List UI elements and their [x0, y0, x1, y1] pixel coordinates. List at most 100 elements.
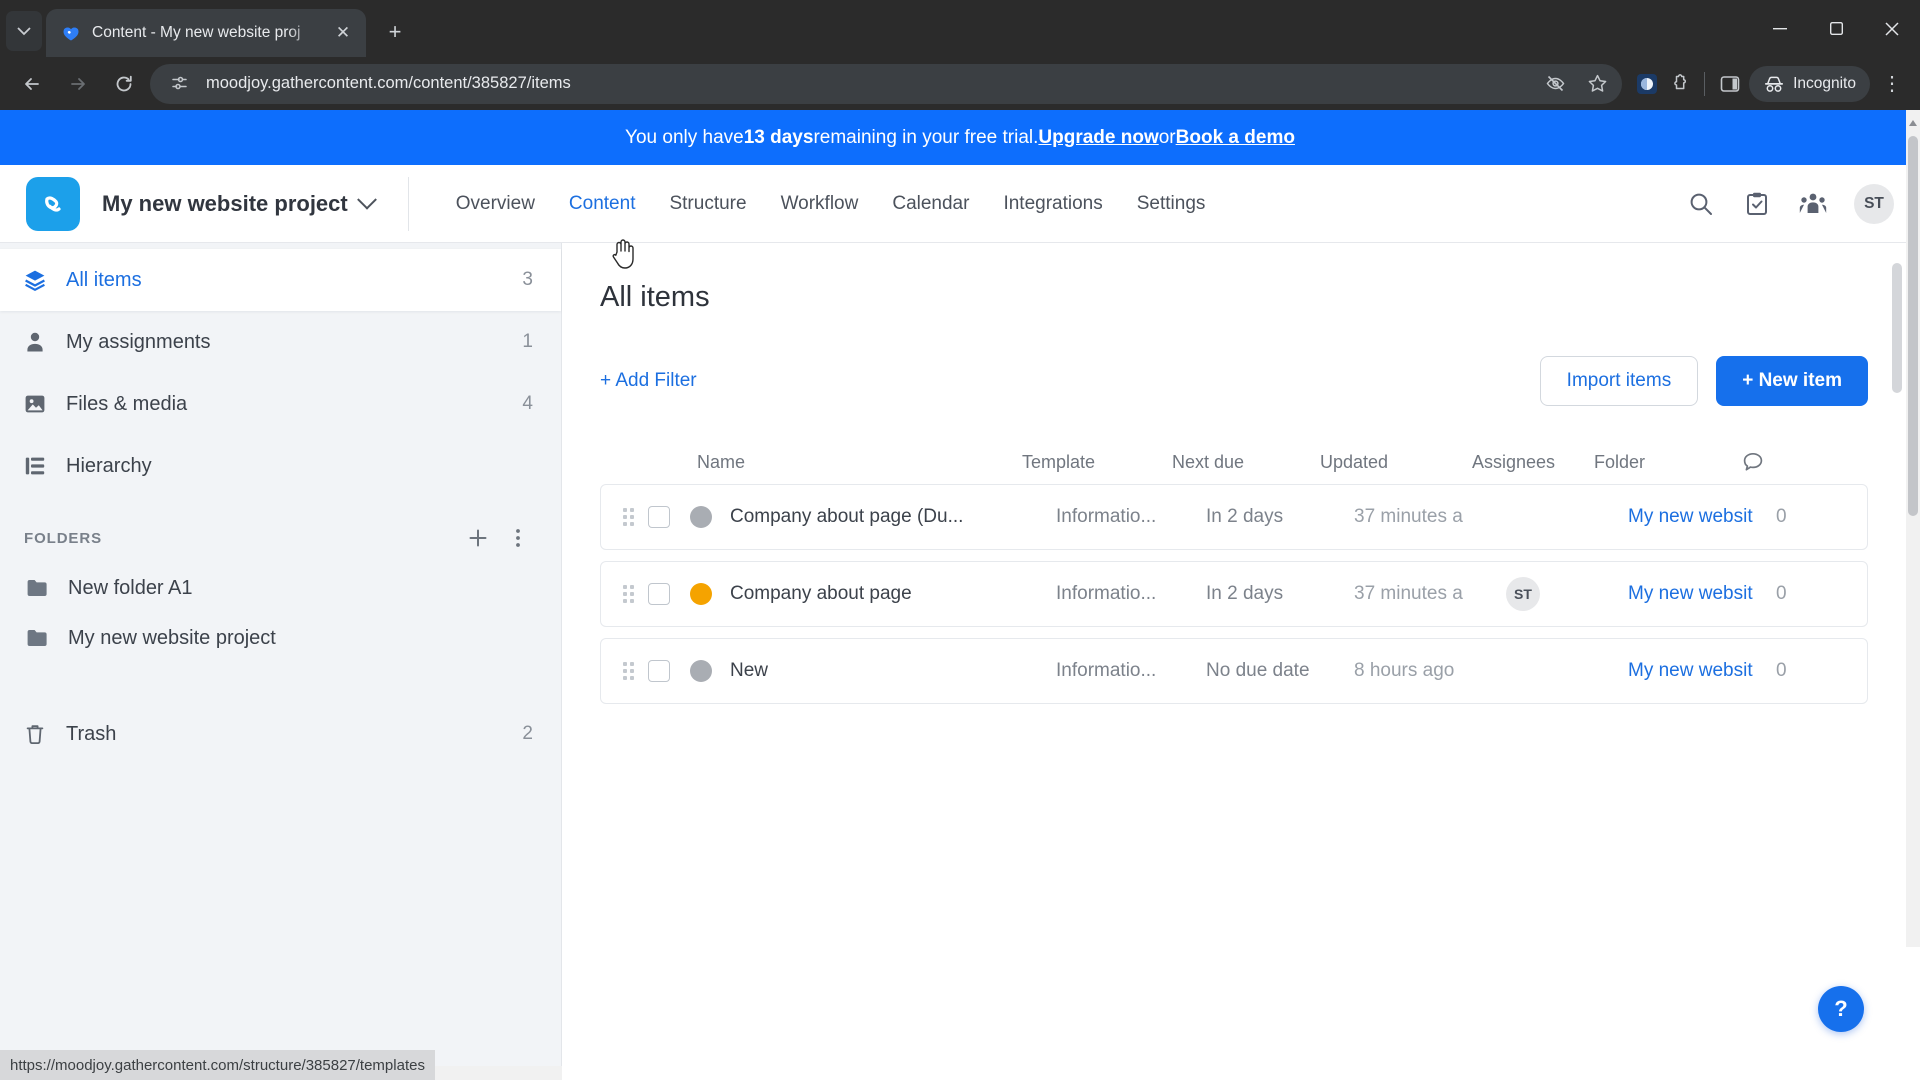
table-row[interactable]: New Informatio... No due date 8 hours ag…: [600, 638, 1868, 704]
scrollbar-thumb[interactable]: [1908, 136, 1918, 516]
import-items-button[interactable]: Import items: [1539, 356, 1699, 406]
add-filter-button[interactable]: + Add Filter: [600, 370, 697, 392]
tab-search-button[interactable]: [6, 11, 42, 51]
sidebar-label: Hierarchy: [66, 454, 152, 477]
incognito-hat-icon: [1765, 76, 1784, 92]
item-assignees[interactable]: ST: [1506, 577, 1628, 611]
folder-icon: [24, 575, 50, 601]
browser-window: Content - My new website proj ✕ + moodjo…: [0, 0, 1920, 1080]
url-text: moodjoy.gathercontent.com/content/385827…: [206, 74, 571, 92]
help-button[interactable]: ?: [1818, 986, 1864, 1032]
item-folder[interactable]: My new websit: [1628, 583, 1776, 605]
row-checkbox[interactable]: [648, 660, 670, 682]
item-updated: 37 minutes a: [1354, 583, 1463, 604]
folder-item-my-new-website-project[interactable]: My new website project: [0, 613, 561, 663]
browser-tab[interactable]: Content - My new website proj ✕: [46, 9, 366, 57]
sidebar-item-hierarchy[interactable]: Hierarchy: [0, 435, 561, 497]
folder-label: New folder A1: [68, 576, 193, 599]
drag-handle-icon[interactable]: [623, 662, 634, 680]
sidebar-item-my-assignments[interactable]: My assignments 1: [0, 311, 561, 373]
nav-item-structure[interactable]: Structure: [652, 193, 763, 215]
close-icon[interactable]: [1864, 0, 1920, 57]
item-folder[interactable]: My new websit: [1628, 506, 1776, 528]
page-scrollbar[interactable]: [1906, 110, 1920, 947]
close-icon[interactable]: ✕: [330, 20, 356, 46]
drag-handle-icon[interactable]: [623, 508, 634, 526]
side-panel-icon[interactable]: [1717, 71, 1743, 97]
user-avatar[interactable]: ST: [1854, 183, 1894, 224]
item-name[interactable]: New: [730, 660, 1056, 682]
column-header-name[interactable]: Name: [622, 452, 1022, 473]
item-name[interactable]: Company about page: [730, 583, 1056, 605]
plus-icon: [469, 529, 487, 547]
layers-icon: [22, 267, 48, 293]
people-group-icon[interactable]: [1798, 189, 1828, 219]
minimize-icon[interactable]: [1752, 0, 1808, 57]
app-header: My new website project Overview Content …: [0, 165, 1920, 243]
browser-menu-button[interactable]: ⋮: [1876, 66, 1908, 102]
column-header-template[interactable]: Template: [1022, 452, 1172, 473]
nav-item-calendar[interactable]: Calendar: [875, 193, 986, 215]
divider: [1704, 71, 1706, 96]
trash-icon: [22, 721, 48, 747]
folders-title: FOLDERS: [24, 529, 102, 547]
table-row[interactable]: Company about page (Du... Informatio... …: [600, 484, 1868, 550]
search-icon[interactable]: [1686, 189, 1716, 219]
body-split: All items 3 My assignments 1 Files & med…: [0, 110, 1920, 1080]
back-button[interactable]: [12, 64, 52, 104]
status-indicator[interactable]: [690, 660, 712, 682]
column-header-assignees[interactable]: Assignees: [1472, 452, 1594, 473]
item-template: Informatio...: [1056, 583, 1157, 604]
page-settings-icon[interactable]: [166, 71, 192, 97]
book-a-demo-link[interactable]: Book a demo: [1176, 127, 1295, 149]
maximize-icon[interactable]: [1808, 0, 1864, 57]
project-switcher[interactable]: My new website project: [102, 189, 377, 217]
sidebar-item-trash[interactable]: Trash 2: [0, 703, 561, 765]
incognito-indicator[interactable]: Incognito: [1749, 65, 1870, 102]
nav-item-settings[interactable]: Settings: [1120, 193, 1223, 215]
row-checkbox[interactable]: [648, 583, 670, 605]
column-header-next-due[interactable]: Next due: [1172, 452, 1320, 473]
hierarchy-icon: [22, 453, 48, 479]
item-folder[interactable]: My new websit: [1628, 660, 1776, 682]
forward-button[interactable]: [58, 64, 98, 104]
browser-extension-icon[interactable]: [1634, 71, 1660, 97]
gathercontent-logo[interactable]: [26, 176, 80, 231]
column-header-folder[interactable]: Folder: [1594, 452, 1742, 473]
sidebar-label: My assignments: [66, 330, 211, 353]
reload-button[interactable]: [104, 64, 144, 104]
add-folder-button[interactable]: [463, 523, 493, 553]
upgrade-now-link[interactable]: Upgrade now: [1038, 127, 1158, 149]
table-row[interactable]: Company about page Informatio... In 2 da…: [600, 561, 1868, 627]
eye-slash-icon[interactable]: [1542, 71, 1568, 97]
sidebar-count: 1: [522, 331, 533, 352]
sidebar-item-files-media[interactable]: Files & media 4: [0, 373, 561, 435]
url-bar[interactable]: moodjoy.gathercontent.com/content/385827…: [150, 63, 1623, 104]
nav-item-workflow[interactable]: Workflow: [764, 193, 876, 215]
scroll-up-arrow[interactable]: [1908, 114, 1918, 132]
nav-item-overview[interactable]: Overview: [439, 193, 552, 215]
column-header-comments[interactable]: [1742, 451, 1792, 473]
clipboard-check-icon[interactable]: [1742, 189, 1772, 219]
item-next-due: In 2 days: [1206, 583, 1284, 604]
folder-item-new-folder-a1[interactable]: New folder A1: [0, 563, 561, 613]
sidebar-item-all-items[interactable]: All items 3: [0, 249, 561, 311]
column-header-updated[interactable]: Updated: [1320, 452, 1472, 473]
nav-item-integrations[interactable]: Integrations: [986, 193, 1119, 215]
item-name[interactable]: Company about page (Du...: [730, 506, 1056, 528]
scrollbar-thumb[interactable]: [1892, 263, 1902, 393]
new-item-button[interactable]: + New item: [1716, 356, 1868, 406]
extension-puzzle-icon[interactable]: [1666, 71, 1692, 97]
folders-menu-button[interactable]: [503, 523, 533, 553]
image-icon: [22, 391, 48, 417]
item-next-due: No due date: [1206, 660, 1310, 681]
row-checkbox[interactable]: [648, 506, 670, 528]
star-icon[interactable]: [1584, 71, 1610, 97]
new-tab-button[interactable]: +: [376, 13, 414, 51]
table-scrollbar[interactable]: [1892, 251, 1902, 971]
status-indicator[interactable]: [690, 506, 712, 528]
drag-handle-icon[interactable]: [623, 585, 634, 603]
status-indicator[interactable]: [690, 583, 712, 605]
nav-item-content[interactable]: Content: [552, 193, 653, 215]
assignee-avatar[interactable]: ST: [1506, 577, 1540, 611]
